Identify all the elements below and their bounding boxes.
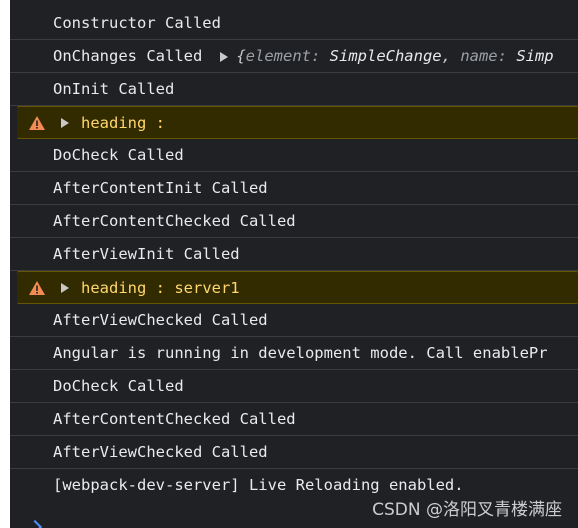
console-line: AfterContentChecked Called — [10, 403, 578, 436]
console-message: AfterContentChecked Called — [53, 410, 296, 428]
console-warning-line: heading : — [17, 106, 578, 139]
console-line: AfterViewChecked Called — [10, 304, 578, 337]
console-message: DoCheck Called — [53, 377, 184, 395]
console-message: [webpack-dev-server] Live Reloading enab… — [53, 476, 464, 494]
console-line: OnChanges Called {element: SimpleChange, … — [10, 40, 578, 73]
console-message: AfterContentChecked Called — [53, 212, 296, 230]
console-line: DoCheck Called — [10, 370, 578, 403]
console-message: Constructor Called — [53, 14, 221, 32]
console-line: AfterViewChecked Called — [10, 436, 578, 469]
console-line: AfterViewInit Called — [10, 238, 578, 271]
console-line: Constructor Called — [10, 0, 578, 40]
console-prompt-icon[interactable] — [27, 519, 43, 528]
console-message: OnInit Called — [53, 80, 175, 98]
console-message: OnChanges Called — [53, 47, 203, 65]
warning-icon — [29, 116, 45, 130]
console-message: AfterViewInit Called — [53, 245, 240, 263]
warning-icon — [29, 281, 45, 295]
console-line: AfterContentInit Called — [10, 172, 578, 205]
expand-triangle-icon[interactable] — [61, 283, 69, 293]
console-message: heading : — [81, 114, 165, 132]
devtools-console: Constructor Called OnChanges Called {elem… — [10, 0, 578, 528]
expand-triangle-icon[interactable] — [61, 118, 69, 128]
console-message: AfterViewChecked Called — [53, 311, 268, 329]
console-warning-line: heading : server1 — [17, 271, 578, 304]
console-message: heading : server1 — [81, 279, 240, 297]
watermark: CSDN @洛阳叉青楼满座 — [372, 500, 562, 520]
console-line: DoCheck Called — [10, 139, 578, 172]
console-message: Angular is running in development mode. … — [53, 344, 548, 362]
console-message: DoCheck Called — [53, 146, 184, 164]
expand-object-icon[interactable] — [220, 51, 229, 62]
console-message: AfterContentInit Called — [53, 179, 268, 197]
console-line: Angular is running in development mode. … — [10, 337, 578, 370]
console-message: AfterViewChecked Called — [53, 443, 268, 461]
console-line: OnInit Called — [10, 73, 578, 106]
console-line: AfterContentChecked Called — [10, 205, 578, 238]
object-preview[interactable]: {element: SimpleChange, name: Simp — [236, 47, 553, 65]
